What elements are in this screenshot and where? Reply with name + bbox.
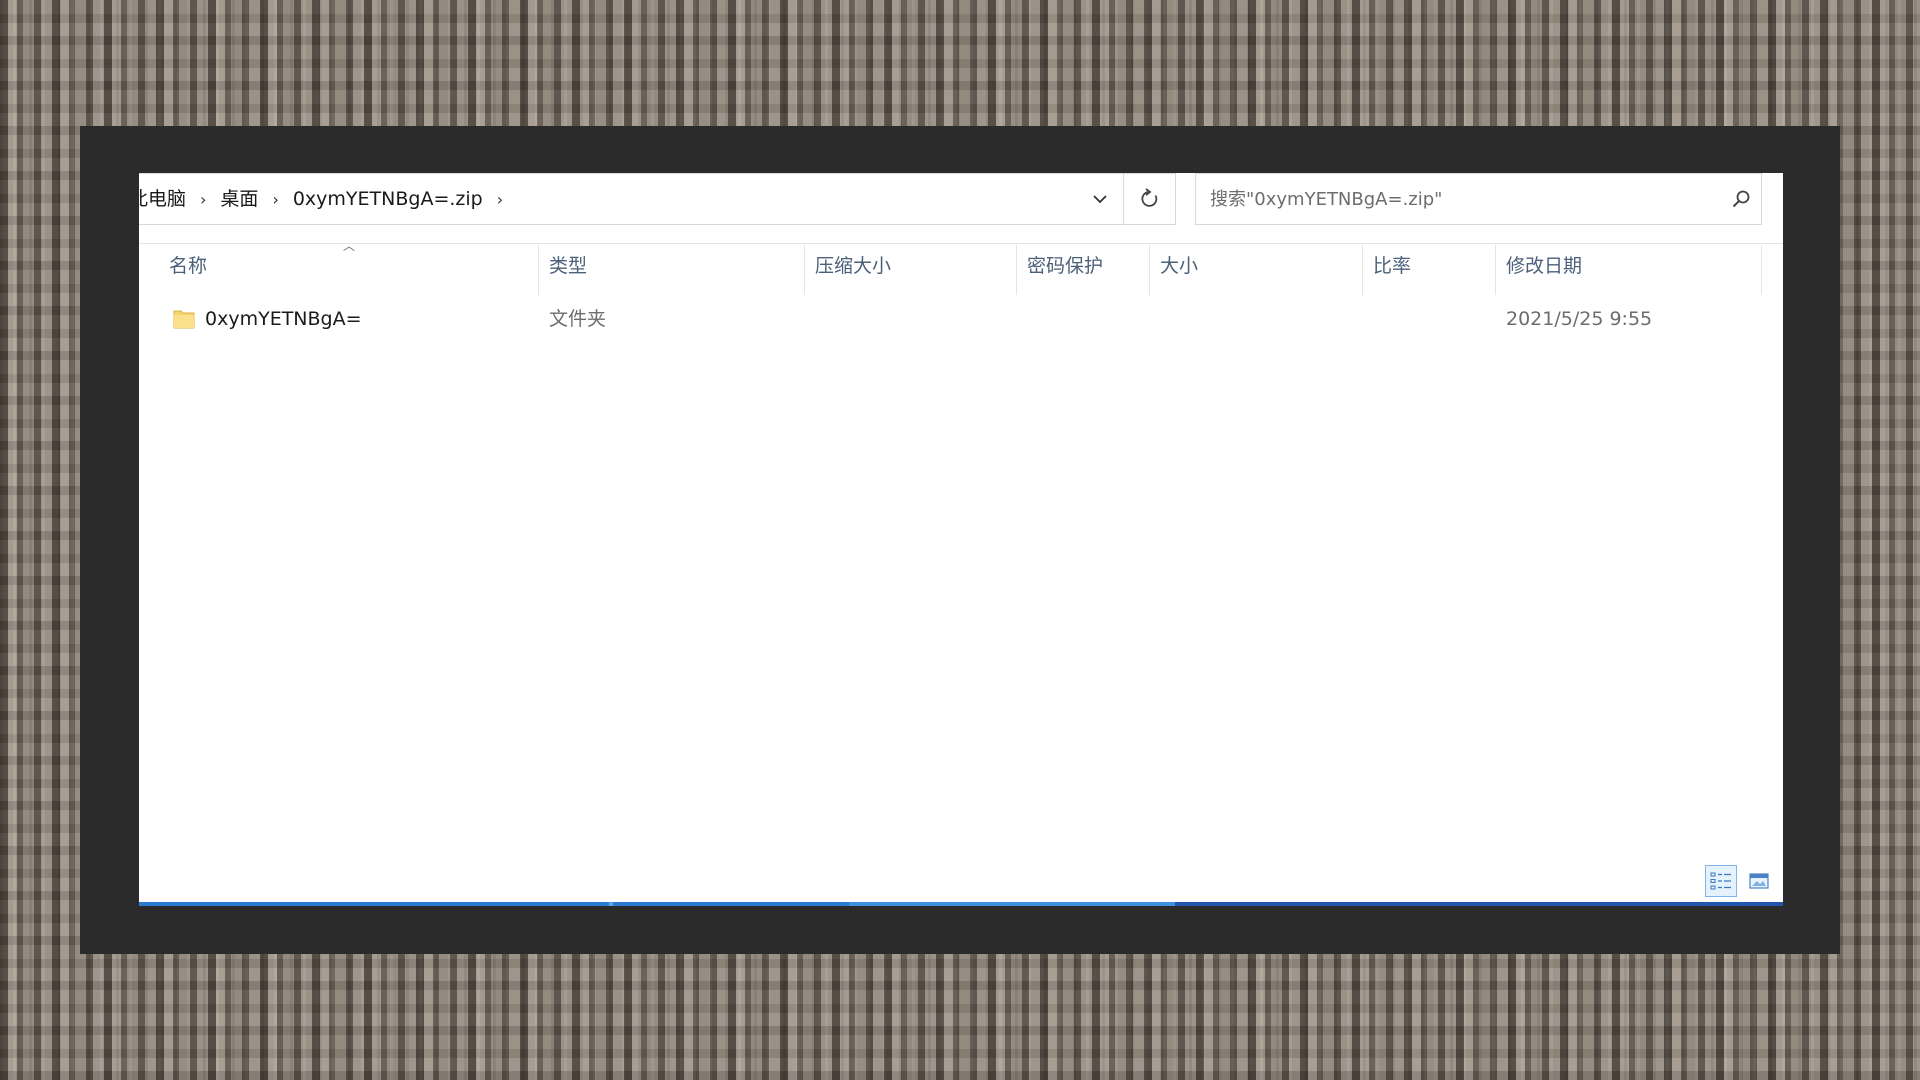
breadcrumb-separator-icon[interactable]: › <box>266 190 284 209</box>
address-bar[interactable]: 此电脑 › 桌面 › 0xymYETNBgA=.zip › <box>139 173 1124 225</box>
file-type: 文件夹 <box>549 308 607 330</box>
details-view-icon <box>1710 872 1731 890</box>
column-header-name[interactable]: ︿ 名称 <box>139 239 539 295</box>
search-input[interactable] <box>1196 174 1721 224</box>
column-header-compressed-size[interactable]: 压缩大小 <box>805 245 1017 295</box>
details-view-button[interactable] <box>1705 865 1737 897</box>
breadcrumb-this-pc[interactable]: 此电脑 <box>139 174 194 224</box>
column-header-password-protected-label: 密码保护 <box>1027 255 1104 277</box>
large-icons-view-icon <box>1749 873 1769 889</box>
column-header-row: ︿ 名称 类型 压缩大小 密码保护 大小 比率 修改日期 <box>139 239 1762 295</box>
column-header-name-label: 名称 <box>169 255 208 277</box>
breadcrumb-desktop[interactable]: 桌面 <box>212 174 266 224</box>
folder-icon <box>173 310 195 329</box>
column-header-type-label: 类型 <box>549 255 588 277</box>
column-header-compressed-size-label: 压缩大小 <box>815 255 892 277</box>
column-header-ratio-label: 比率 <box>1373 255 1412 277</box>
column-header-type[interactable]: 类型 <box>539 245 805 295</box>
breadcrumb: 此电脑 › 桌面 › 0xymYETNBgA=.zip › <box>139 174 1077 224</box>
file-modified: 2021/5/25 9:55 <box>1506 308 1653 330</box>
column-header-password-protected[interactable]: 密码保护 <box>1017 245 1150 295</box>
large-icons-view-button[interactable] <box>1743 865 1775 897</box>
search-icon[interactable] <box>1721 189 1761 209</box>
column-header-modified[interactable]: 修改日期 <box>1496 245 1762 295</box>
bottom-accent-bar <box>139 902 1783 906</box>
refresh-button[interactable] <box>1124 173 1176 225</box>
refresh-icon <box>1141 188 1157 207</box>
file-name[interactable]: 0xymYETNBgA= <box>205 300 362 338</box>
view-switcher <box>1705 865 1775 897</box>
column-header-size-label: 大小 <box>1160 255 1199 277</box>
address-history-dropdown[interactable] <box>1077 174 1123 224</box>
column-header-ratio[interactable]: 比率 <box>1363 245 1496 295</box>
chevron-up-icon: ︿ <box>343 239 356 253</box>
table-row[interactable]: 0xymYETNBgA= 文件夹 2021/5/25 9:55 <box>139 300 1762 338</box>
breadcrumb-separator-icon[interactable]: › <box>491 190 509 209</box>
column-header-size[interactable]: 大小 <box>1150 245 1363 295</box>
breadcrumb-separator-icon[interactable]: › <box>194 190 212 209</box>
search-box <box>1195 173 1762 225</box>
breadcrumb-zip[interactable]: 0xymYETNBgA=.zip <box>285 174 491 224</box>
chevron-down-icon <box>1093 195 1107 204</box>
column-header-modified-label: 修改日期 <box>1506 255 1583 277</box>
explorer-window: 此电脑 › 桌面 › 0xymYETNBgA=.zip › <box>139 173 1783 906</box>
header-divider <box>139 243 1783 244</box>
